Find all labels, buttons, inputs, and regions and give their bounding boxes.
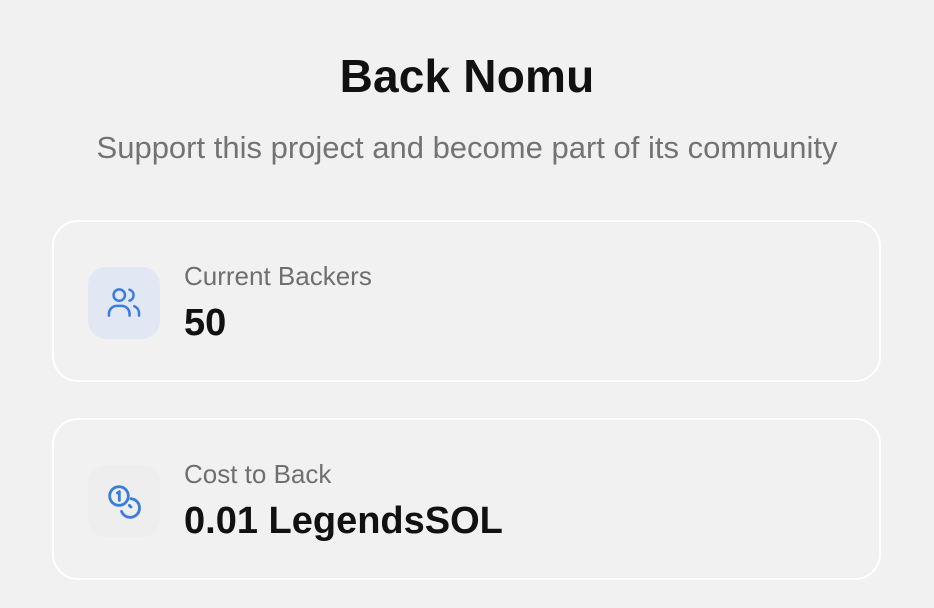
cost-value: 0.01 LegendsSOL	[184, 500, 503, 542]
current-backers-card: Current Backers 50	[52, 220, 881, 382]
page-title: Back Nomu	[339, 50, 595, 102]
users-icon	[88, 267, 160, 339]
back-project-page: Back Nomu Support this project and becom…	[0, 0, 934, 608]
backers-count: 50	[184, 302, 227, 344]
backers-label: Current Backers	[184, 261, 372, 291]
coins-icon	[88, 465, 160, 537]
cost-label: Cost to Back	[184, 459, 332, 489]
cost-to-back-card: Cost to Back 0.01 LegendsSOL	[52, 418, 881, 580]
page-subtitle: Support this project and become part of …	[96, 130, 838, 165]
